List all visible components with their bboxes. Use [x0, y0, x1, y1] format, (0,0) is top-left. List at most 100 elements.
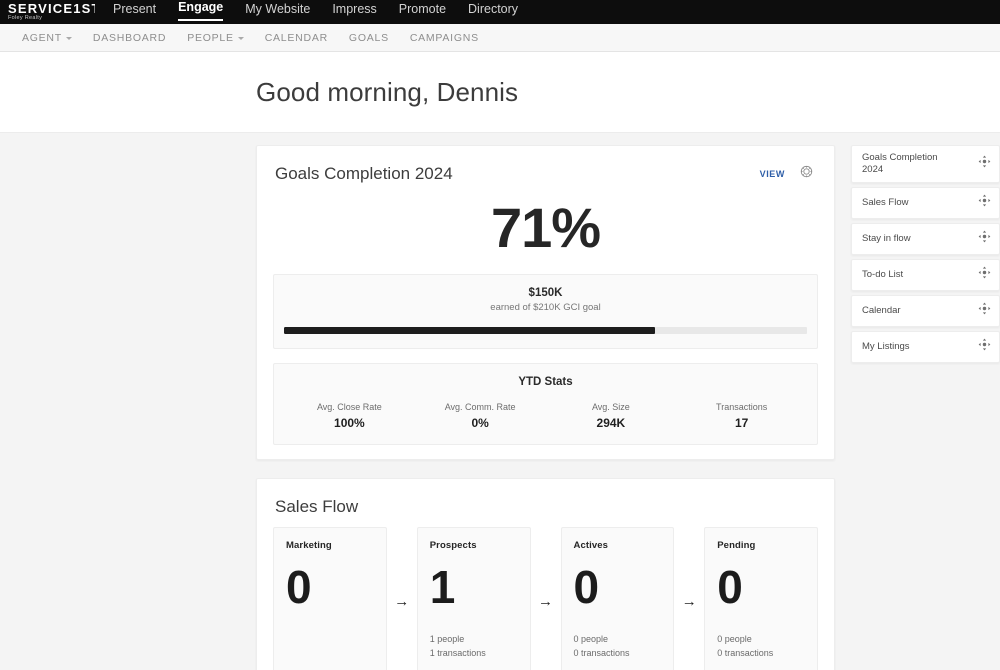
flow-stage-people: 0 people [717, 632, 805, 646]
flow-stage-count: 1 [430, 563, 518, 611]
gci-earned-amount: $150K [284, 287, 807, 299]
completion-percent-value: 71% [257, 200, 834, 256]
gci-goal-caption: earned of $210K GCI goal [284, 302, 807, 313]
sales-flow-title: Sales Flow [275, 497, 358, 517]
flow-stage-label: Pending [717, 540, 805, 551]
stat-label: Avg. Size [546, 402, 677, 412]
topnav-link-directory[interactable]: Directory [468, 1, 518, 21]
move-handle-icon[interactable] [978, 155, 991, 173]
arrow-right-icon: → [531, 527, 561, 670]
stat-transactions: Transactions 17 [676, 402, 807, 430]
topnav-link-engage[interactable]: Engage [178, 0, 223, 21]
brand-logo[interactable]: SERVICE1ST Foley Realty [0, 0, 95, 22]
widget-item-label: Stay in flow [862, 233, 911, 245]
widget-item-label: Sales Flow [862, 197, 908, 209]
move-handle-icon[interactable] [978, 338, 991, 356]
widget-item-label: Goals Completion 2024 [862, 152, 954, 176]
flow-stage-meta: 1 people 1 transactions [430, 632, 518, 660]
move-handle-icon[interactable] [978, 266, 991, 284]
ytd-stats-title: YTD Stats [284, 376, 807, 388]
move-handle-icon[interactable] [978, 302, 991, 320]
top-navigation-links: Present Engage My Website Impress Promot… [113, 0, 518, 22]
flow-stage-count: 0 [717, 563, 805, 611]
subnav-item-people-label: PEOPLE [187, 32, 234, 44]
flow-stage-label: Prospects [430, 540, 518, 551]
topnav-link-impress[interactable]: Impress [332, 1, 376, 21]
sales-flow-stages: Marketing 0 → Prospects 1 1 people 1 tra… [257, 521, 834, 670]
subnav-item-agent[interactable]: AGENT [22, 32, 72, 44]
flow-stage-count: 0 [286, 563, 374, 611]
ytd-stats-row: Avg. Close Rate 100% Avg. Comm. Rate 0% … [284, 402, 807, 430]
greeting-section: Good morning, Dennis [0, 52, 1000, 133]
sales-flow-header: Sales Flow [257, 479, 834, 521]
page-title: Good morning, Dennis [256, 77, 518, 108]
widget-item-sales-flow[interactable]: Sales Flow [851, 187, 1000, 219]
chevron-down-icon [66, 37, 72, 40]
stat-value: 100% [284, 416, 415, 430]
flow-stage-marketing[interactable]: Marketing 0 [273, 527, 387, 670]
flow-stage-people: 1 people [430, 632, 518, 646]
move-handle-icon[interactable] [978, 194, 991, 212]
stat-avg-size: Avg. Size 294K [546, 402, 677, 430]
subnav-item-people[interactable]: PEOPLE [187, 32, 244, 44]
gci-goal-panel: $150K earned of $210K GCI goal [273, 274, 818, 349]
flow-stage-transactions: 0 transactions [717, 646, 805, 660]
arrow-right-icon: → [674, 527, 704, 670]
flow-stage-transactions: 0 transactions [574, 646, 662, 660]
stat-label: Avg. Close Rate [284, 402, 415, 412]
widget-item-todo-list[interactable]: To-do List [851, 259, 1000, 291]
topnav-link-present[interactable]: Present [113, 1, 156, 21]
stat-label: Transactions [676, 402, 807, 412]
flow-stage-meta: 0 people 0 transactions [574, 632, 662, 660]
widget-reorder-sidebar: Goals Completion 2024 Sales Flow Stay in… [845, 145, 1000, 668]
sales-flow-card: Sales Flow Marketing 0 → Prospects 1 [256, 478, 835, 670]
topnav-link-promote[interactable]: Promote [399, 1, 446, 21]
widget-item-label: To-do List [862, 269, 903, 281]
flow-stage-pending[interactable]: Pending 0 0 people 0 transactions [704, 527, 818, 670]
completion-percent-block: 71% [257, 188, 834, 274]
stat-avg-close-rate: Avg. Close Rate 100% [284, 402, 415, 430]
stat-value: 0% [415, 416, 546, 430]
stat-value: 17 [676, 416, 807, 430]
view-link[interactable]: VIEW [760, 169, 785, 179]
move-handle-icon[interactable] [978, 230, 991, 248]
gear-icon[interactable] [799, 164, 814, 184]
subnav-item-calendar[interactable]: CALENDAR [265, 32, 328, 44]
widget-item-stay-in-flow[interactable]: Stay in flow [851, 223, 1000, 255]
flow-stage-count: 0 [574, 563, 662, 611]
widget-item-my-listings[interactable]: My Listings [851, 331, 1000, 363]
stat-label: Avg. Comm. Rate [415, 402, 546, 412]
top-navigation-bar: SERVICE1ST Foley Realty Present Engage M… [0, 0, 1000, 24]
flow-stage-label: Marketing [286, 540, 374, 551]
brand-logo-subtitle: Foley Realty [8, 14, 95, 22]
flow-stage-prospects[interactable]: Prospects 1 1 people 1 transactions [417, 527, 531, 670]
brand-logo-mark: SERVICE1ST [8, 3, 95, 14]
secondary-navigation-bar: AGENT DASHBOARD PEOPLE CALENDAR GOALS CA… [0, 24, 1000, 52]
chevron-down-icon [238, 37, 244, 40]
goals-card-header: Goals Completion 2024 VIEW [257, 146, 834, 188]
goals-card-title: Goals Completion 2024 [275, 164, 453, 184]
main-column: Goals Completion 2024 VIEW 71% [0, 145, 845, 668]
ytd-stats-panel: YTD Stats Avg. Close Rate 100% Avg. Comm… [273, 363, 818, 445]
widget-item-label: My Listings [862, 341, 910, 353]
flow-stage-people: 0 people [574, 632, 662, 646]
dashboard-body: Goals Completion 2024 VIEW 71% [0, 133, 1000, 668]
widget-item-calendar[interactable]: Calendar [851, 295, 1000, 327]
subnav-item-campaigns[interactable]: CAMPAIGNS [410, 32, 479, 44]
arrow-right-icon: → [387, 527, 417, 670]
stat-avg-comm-rate: Avg. Comm. Rate 0% [415, 402, 546, 430]
goals-card-actions: VIEW [760, 164, 814, 184]
widget-item-label: Calendar [862, 305, 901, 317]
subnav-item-agent-label: AGENT [22, 32, 62, 44]
flow-stage-label: Actives [574, 540, 662, 551]
stat-value: 294K [546, 416, 677, 430]
flow-stage-meta: 0 people 0 transactions [717, 632, 805, 660]
subnav-item-goals[interactable]: GOALS [349, 32, 389, 44]
flow-stage-transactions: 1 transactions [430, 646, 518, 660]
gci-progress-bar-fill [284, 327, 655, 334]
subnav-item-dashboard[interactable]: DASHBOARD [93, 32, 166, 44]
topnav-link-my-website[interactable]: My Website [245, 1, 310, 21]
flow-stage-actives[interactable]: Actives 0 0 people 0 transactions [561, 527, 675, 670]
gci-progress-bar [284, 327, 807, 334]
widget-item-goals-completion[interactable]: Goals Completion 2024 [851, 145, 1000, 183]
